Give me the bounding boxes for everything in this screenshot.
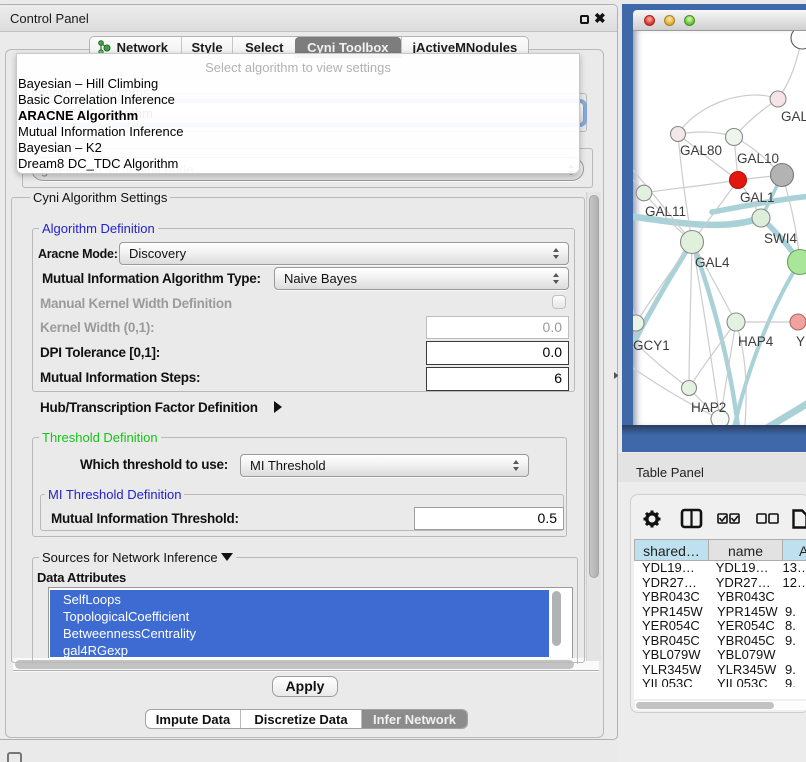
svg-text:HAP4: HAP4 [738, 334, 774, 349]
svg-text:GAL1: GAL1 [740, 190, 775, 205]
svg-text:SWI4: SWI4 [764, 231, 797, 246]
svg-text:YD: YD [796, 334, 806, 349]
svg-text:GAL11: GAL11 [645, 204, 686, 219]
svg-text:GCY1: GCY1 [633, 338, 670, 353]
svg-text:HAP2: HAP2 [691, 400, 726, 415]
svg-text:GAL4: GAL4 [695, 255, 730, 270]
svg-text:GAL10: GAL10 [737, 151, 779, 166]
svg-text:GAL80: GAL80 [680, 143, 722, 158]
svg-text:GAL7: GAL7 [781, 109, 806, 124]
